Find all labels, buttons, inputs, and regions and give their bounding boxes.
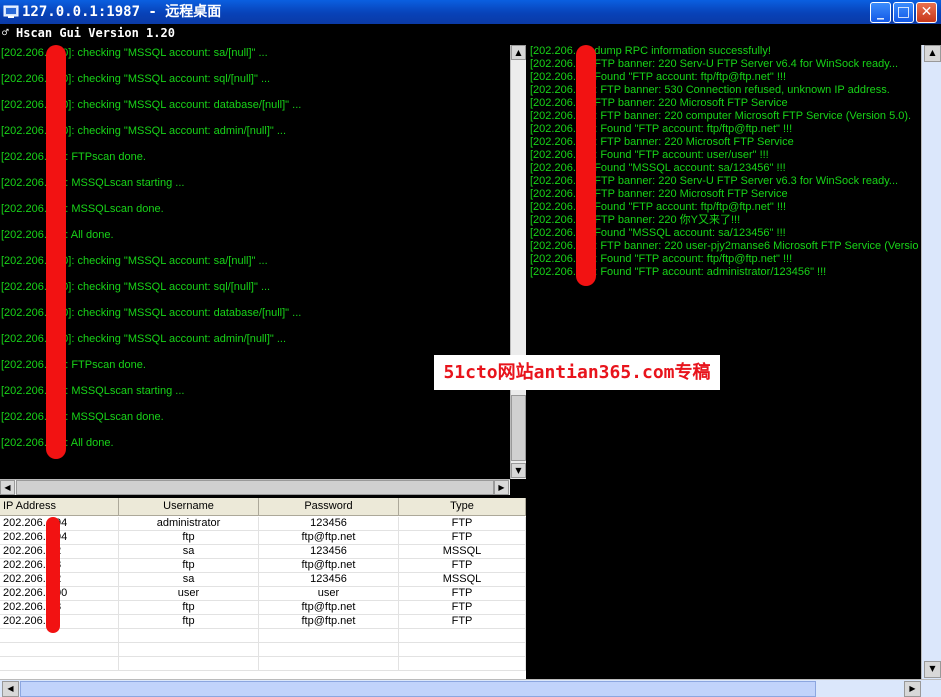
table-row[interactable]: 202.206. 194 administrator 123456 FTP <box>0 517 526 531</box>
cell-type: MSSQL <box>399 545 526 559</box>
table-row[interactable]: 202.206. 12 sa 123456 MSSQL <box>0 545 526 559</box>
left-log-hscrollbar[interactable]: ◀ ▶ <box>0 479 510 495</box>
cell-password: 123456 <box>259 517 399 531</box>
maximize-button[interactable]: □ <box>893 2 914 23</box>
cell-type: FTP <box>399 517 526 531</box>
scroll-thumb[interactable] <box>16 480 494 495</box>
table-row-empty <box>0 657 526 671</box>
cell-type: FTP <box>399 587 526 601</box>
table-row-empty <box>0 643 526 657</box>
log-line: [202.206. 100]: checking "MSSQL account:… <box>1 333 287 345</box>
cell-username: ftp <box>119 531 259 545</box>
column-header-password[interactable]: Password <box>259 498 399 516</box>
scroll-up-arrow-icon[interactable]: ▲ <box>924 45 941 62</box>
results-table[interactable]: IP Address Username Password Type 202.20… <box>0 498 526 679</box>
cell-type: MSSQL <box>399 573 526 587</box>
log-line: [202.206. 100]: checking "MSSQL account:… <box>1 307 302 319</box>
log-line: [202.206. 100]: checking "MSSQL account:… <box>1 281 271 293</box>
scroll-up-arrow-icon[interactable]: ▲ <box>511 45 526 60</box>
redaction-bar <box>46 517 60 633</box>
table-row[interactable]: 202.206. 100 user user FTP <box>0 587 526 601</box>
left-log-vscrollbar[interactable]: ▲ ▼ <box>510 45 526 479</box>
scroll-left-arrow-icon[interactable]: ◀ <box>0 480 15 495</box>
cell-password: ftp@ftp.net <box>259 559 399 573</box>
table-row[interactable]: 202.206. 194 ftp ftp@ftp.net FTP <box>0 531 526 545</box>
table-row[interactable]: 202.206. 28 ftp ftp@ftp.net FTP <box>0 601 526 615</box>
redaction-bar <box>46 45 66 459</box>
log-line: [202.206. 06]: FTPscan done. <box>1 151 146 163</box>
cell-username: user <box>119 587 259 601</box>
app-title: Hscan Gui Version 1.20 <box>16 26 175 40</box>
table-row[interactable]: 202.206. 11 ftp ftp@ftp.net FTP <box>0 615 526 629</box>
cell-type: FTP <box>399 615 526 629</box>
right-log-vscrollbar[interactable]: ▲ ▼ <box>921 45 941 679</box>
cell-username: ftp <box>119 615 259 629</box>
table-header: IP Address Username Password Type <box>0 498 526 516</box>
scroll-thumb[interactable] <box>20 681 816 697</box>
log-line: [202.206. 06]: MSSQLscan starting ... <box>1 177 185 189</box>
cell-type: FTP <box>399 559 526 573</box>
cell-username: sa <box>119 545 259 559</box>
cell-username: administrator <box>119 517 259 531</box>
scroll-left-arrow-icon[interactable]: ◀ <box>2 681 19 697</box>
log-line: [202.206. 06]: MSSQLscan done. <box>1 203 164 215</box>
remote-desktop-icon <box>3 5 19 18</box>
scroll-right-arrow-icon[interactable]: ▶ <box>494 480 509 495</box>
cell-username: sa <box>119 573 259 587</box>
cell-password: user <box>259 587 399 601</box>
column-header-username[interactable]: Username <box>119 498 259 516</box>
log-line: [202.206. 100]: checking "MSSQL account:… <box>1 73 271 85</box>
log-line: [202.206. 94]: MSSQLscan done. <box>1 411 164 423</box>
cell-username: ftp <box>119 559 259 573</box>
scroll-thumb[interactable] <box>511 395 526 461</box>
close-button[interactable]: ✕ <box>916 2 937 23</box>
left-log-pane[interactable]: [202.206. 100]: checking "MSSQL account:… <box>0 45 510 479</box>
cell-type: FTP <box>399 601 526 615</box>
cell-password: ftp@ftp.net <box>259 615 399 629</box>
cell-type: FTP <box>399 531 526 545</box>
log-line: [202.206. 100]: checking "MSSQL account:… <box>1 255 268 267</box>
cell-password: 123456 <box>259 573 399 587</box>
window-titlebar[interactable]: 127.0.0.1:1987 - 远程桌面 _ □ ✕ <box>0 0 941 24</box>
column-header-ip[interactable]: IP Address <box>0 498 119 516</box>
log-line: [202.206. 94]: All done. <box>1 437 114 449</box>
log-line: [202.206. 06]: All done. <box>1 229 114 241</box>
redaction-bar <box>576 45 596 286</box>
scroll-down-arrow-icon[interactable]: ▼ <box>511 463 526 478</box>
app-titlebar: ♂ Hscan Gui Version 1.20 <box>0 24 941 43</box>
table-row[interactable]: 202.206. 98 ftp ftp@ftp.net FTP <box>0 559 526 573</box>
column-header-type[interactable]: Type <box>399 498 526 516</box>
scroll-right-arrow-icon[interactable]: ▶ <box>904 681 921 697</box>
table-row[interactable]: 202.206. 12 sa 123456 MSSQL <box>0 573 526 587</box>
minimize-button[interactable]: _ <box>870 2 891 23</box>
scroll-down-arrow-icon[interactable]: ▼ <box>924 661 941 678</box>
app-icon: ♂ <box>2 26 9 39</box>
window-hscrollbar[interactable]: ◀ ▶ <box>0 679 941 697</box>
window-title: 127.0.0.1:1987 - 远程桌面 <box>22 4 222 20</box>
log-line: [202.206. 100]: checking "MSSQL account:… <box>1 47 268 59</box>
watermark: 51cto网站antian365.com专稿 <box>434 355 720 390</box>
cell-password: ftp@ftp.net <box>259 531 399 545</box>
table-row-empty <box>0 629 526 643</box>
log-line: [202.206. 100]: checking "MSSQL account:… <box>1 125 287 137</box>
cell-password: ftp@ftp.net <box>259 601 399 615</box>
cell-password: 123456 <box>259 545 399 559</box>
log-line: [202.206. 100]: checking "MSSQL account:… <box>1 99 302 111</box>
cell-username: ftp <box>119 601 259 615</box>
